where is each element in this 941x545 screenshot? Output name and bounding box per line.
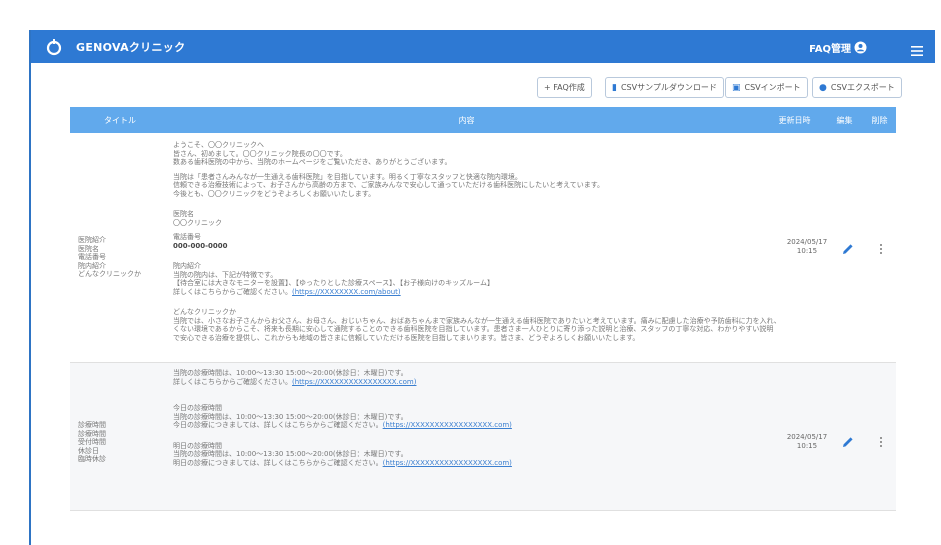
title-line: 診療時間: [78, 421, 106, 429]
csv-import-label: CSVインポート: [744, 83, 801, 92]
hours-link[interactable]: (https://XXXXXXXXXXXXXXXX.com): [292, 378, 416, 386]
row-content-cell: ようこそ、〇〇クリニックへ 皆さん、初めまして。〇〇クリニック院長の〇〇です。 …: [173, 141, 781, 342]
title-line: 診療時間: [78, 429, 106, 438]
content-line: 数ある歯科医院の中から、当院のホームページをご覧いただき、ありがとうございます。: [173, 158, 452, 166]
content-line: 今後とも、〇〇クリニックをどうぞよろしくお願いいたします。: [173, 189, 376, 198]
more-vertical-icon[interactable]: [878, 243, 884, 255]
content-line: ようこそ、〇〇クリニックへ: [173, 141, 264, 149]
table-header: タイトル 内容 更新日時 編集 削除: [70, 107, 896, 133]
updated-time: 10:15: [796, 442, 818, 450]
content-line: くない環境であるからこそ、将来も長期に安心して通院することのできる歯科医院を目指…: [173, 325, 774, 333]
info-icon: ●: [819, 82, 827, 93]
content-line: 詳しくはこちらからご確認ください。(https://XXXXXXXX.com/a…: [173, 288, 773, 297]
title-line: 電話番号: [78, 253, 106, 261]
facility-link[interactable]: (https://XXXXXXXX.com/about): [292, 288, 401, 296]
faq-table: タイトル 内容 更新日時 編集 削除 医院紹介 医院名 電話番号 院内紹介 どん…: [70, 107, 896, 511]
column-header-content: 内容: [458, 115, 475, 125]
content-line: どんなクリニックか: [173, 308, 236, 316]
updated-date: 2024/05/17: [786, 433, 828, 441]
row-title-cell: 医院紹介 医院名 電話番号 院内紹介 どんなクリニックか: [78, 236, 168, 279]
updated-datetime: 2024/05/17 10:15: [782, 433, 832, 451]
document-icon: ▮: [612, 82, 617, 93]
content-text: 詳しくはこちらからご確認ください。: [173, 377, 292, 386]
content-line: 当院の診療時間は、10:00～13:30 15:00～20:00(休診日：木曜日…: [173, 450, 408, 458]
account-icon[interactable]: [854, 39, 867, 54]
title-line: 医院紹介: [78, 236, 106, 244]
content-line: 医院名: [173, 210, 194, 218]
content-line: 今日の診療につきましては、詳しくはこちらからご確認ください。(https://X…: [173, 421, 773, 430]
csv-sample-download-button[interactable]: ▮ CSVサンプルダウンロード: [605, 77, 724, 98]
import-icon: ▣: [732, 82, 741, 93]
app-title: GENOVAクリニック: [76, 40, 186, 54]
content-line: 当院の院内は、下記が特徴です。: [173, 270, 278, 279]
add-faq-button[interactable]: + FAQ作成: [537, 77, 592, 98]
content-line: 当院は「患者さんみんなが一生通える歯科医院」を目指しています。明るく丁寧なスタッ…: [173, 172, 522, 181]
content-line: 院内紹介: [173, 262, 201, 270]
more-vertical-icon[interactable]: [878, 436, 884, 448]
column-header-updated: 更新日時: [778, 115, 811, 125]
content-text: 明日の診療につきましては、詳しくはこちらからご確認ください。: [173, 458, 383, 467]
column-header-edit: 編集: [836, 115, 853, 125]
content-text: 詳しくはこちらからご確認ください。: [173, 287, 292, 296]
title-line: 院内紹介: [78, 261, 106, 270]
edit-pencil-icon[interactable]: [842, 436, 854, 448]
content-line: 信頼できる治療技術によって、お子さんから高齢の方まで、ご家族みんなで安心して通っ…: [173, 181, 605, 189]
title-line: どんなクリニックか: [78, 270, 141, 278]
title-line: 医院名: [78, 244, 99, 253]
faq-manage-menu[interactable]: FAQ管理: [809, 40, 851, 55]
csv-import-button[interactable]: ▣ CSVインポート: [725, 77, 808, 98]
clinic-logo-icon[interactable]: [44, 37, 64, 57]
csv-export-label: CSVエクスポート: [830, 83, 895, 92]
content-line: 明日の診療時間: [173, 441, 222, 450]
faq-toolbar: + FAQ作成 ▮ CSVサンプルダウンロード ▣ CSVインポート ● CSV…: [31, 77, 935, 101]
hamburger-menu-icon[interactable]: [911, 41, 923, 56]
csv-sample-download-label: CSVサンプルダウンロード: [620, 83, 717, 92]
row-content-cell: 当院の診療時間は、10:00～13:30 15:00～20:00(休診日：木曜日…: [173, 369, 773, 467]
column-header-delete: 削除: [871, 115, 888, 125]
content-line: 【待合室には大きなモニターを設置】、【ゆったりとした診療スペース】、【お子様向け…: [173, 279, 494, 287]
column-header-title: タイトル: [104, 115, 136, 125]
add-faq-label: + FAQ作成: [544, 83, 585, 92]
updated-datetime: 2024/05/17 10:15: [782, 238, 832, 256]
today-link[interactable]: (https://XXXXXXXXXXXXXXXXX.com): [383, 421, 512, 429]
title-line: 受付時間: [78, 438, 106, 446]
phone-number: 000-000-0000: [173, 241, 228, 250]
csv-export-button[interactable]: ● CSVエクスポート: [812, 77, 902, 98]
app-header: GENOVAクリニック FAQ管理: [31, 30, 935, 63]
content-line: 当院の診療時間は、10:00～13:30 15:00～20:00(休診日：木曜日…: [173, 369, 408, 377]
content-line: 詳しくはこちらからご確認ください。(https://XXXXXXXXXXXXXX…: [173, 378, 773, 387]
table-row[interactable]: 診療時間 診療時間 受付時間 休診日 臨時休診 当院の診療時間は、10:00～1…: [70, 363, 896, 511]
app-window: GENOVAクリニック FAQ管理 + FAQ作成 ▮ CSVサンプルダウンロー…: [31, 30, 935, 545]
row-title-cell: 診療時間 診療時間 受付時間 休診日 臨時休診: [78, 421, 168, 464]
content-line: 明日の診療につきましては、詳しくはこちらからご確認ください。(https://X…: [173, 459, 773, 468]
content-line: で安心できる治療を提供し、これからも地域の皆さまに信頼していただける医院を目指し…: [173, 333, 640, 342]
content-line: 当院の診療時間は、10:00～13:30 15:00～20:00(休診日：木曜日…: [173, 412, 408, 421]
content-line: 今日の診療時間: [173, 404, 222, 412]
tomorrow-link[interactable]: (https://XXXXXXXXXXXXXXXXX.com): [383, 459, 512, 467]
title-line: 臨時休診: [78, 455, 106, 463]
content-line: 皆さん、初めまして。〇〇クリニック院長の〇〇です。: [173, 149, 347, 158]
edit-pencil-icon[interactable]: [842, 243, 854, 255]
table-row[interactable]: 医院紹介 医院名 電話番号 院内紹介 どんなクリニックか ようこそ、〇〇クリニッ…: [70, 133, 896, 363]
content-text: 今日の診療につきましては、詳しくはこちらからご確認ください。: [173, 421, 383, 429]
content-line: 〇〇クリニック: [173, 218, 222, 227]
content-line: 電話番号: [173, 233, 201, 241]
title-line: 休診日: [78, 446, 99, 455]
updated-time: 10:15: [796, 247, 818, 255]
updated-date: 2024/05/17: [786, 238, 828, 246]
content-line: 当院では、小さなお子さんからお父さん、お母さん、おじいちゃん、おばあちゃんまで家…: [173, 316, 781, 325]
